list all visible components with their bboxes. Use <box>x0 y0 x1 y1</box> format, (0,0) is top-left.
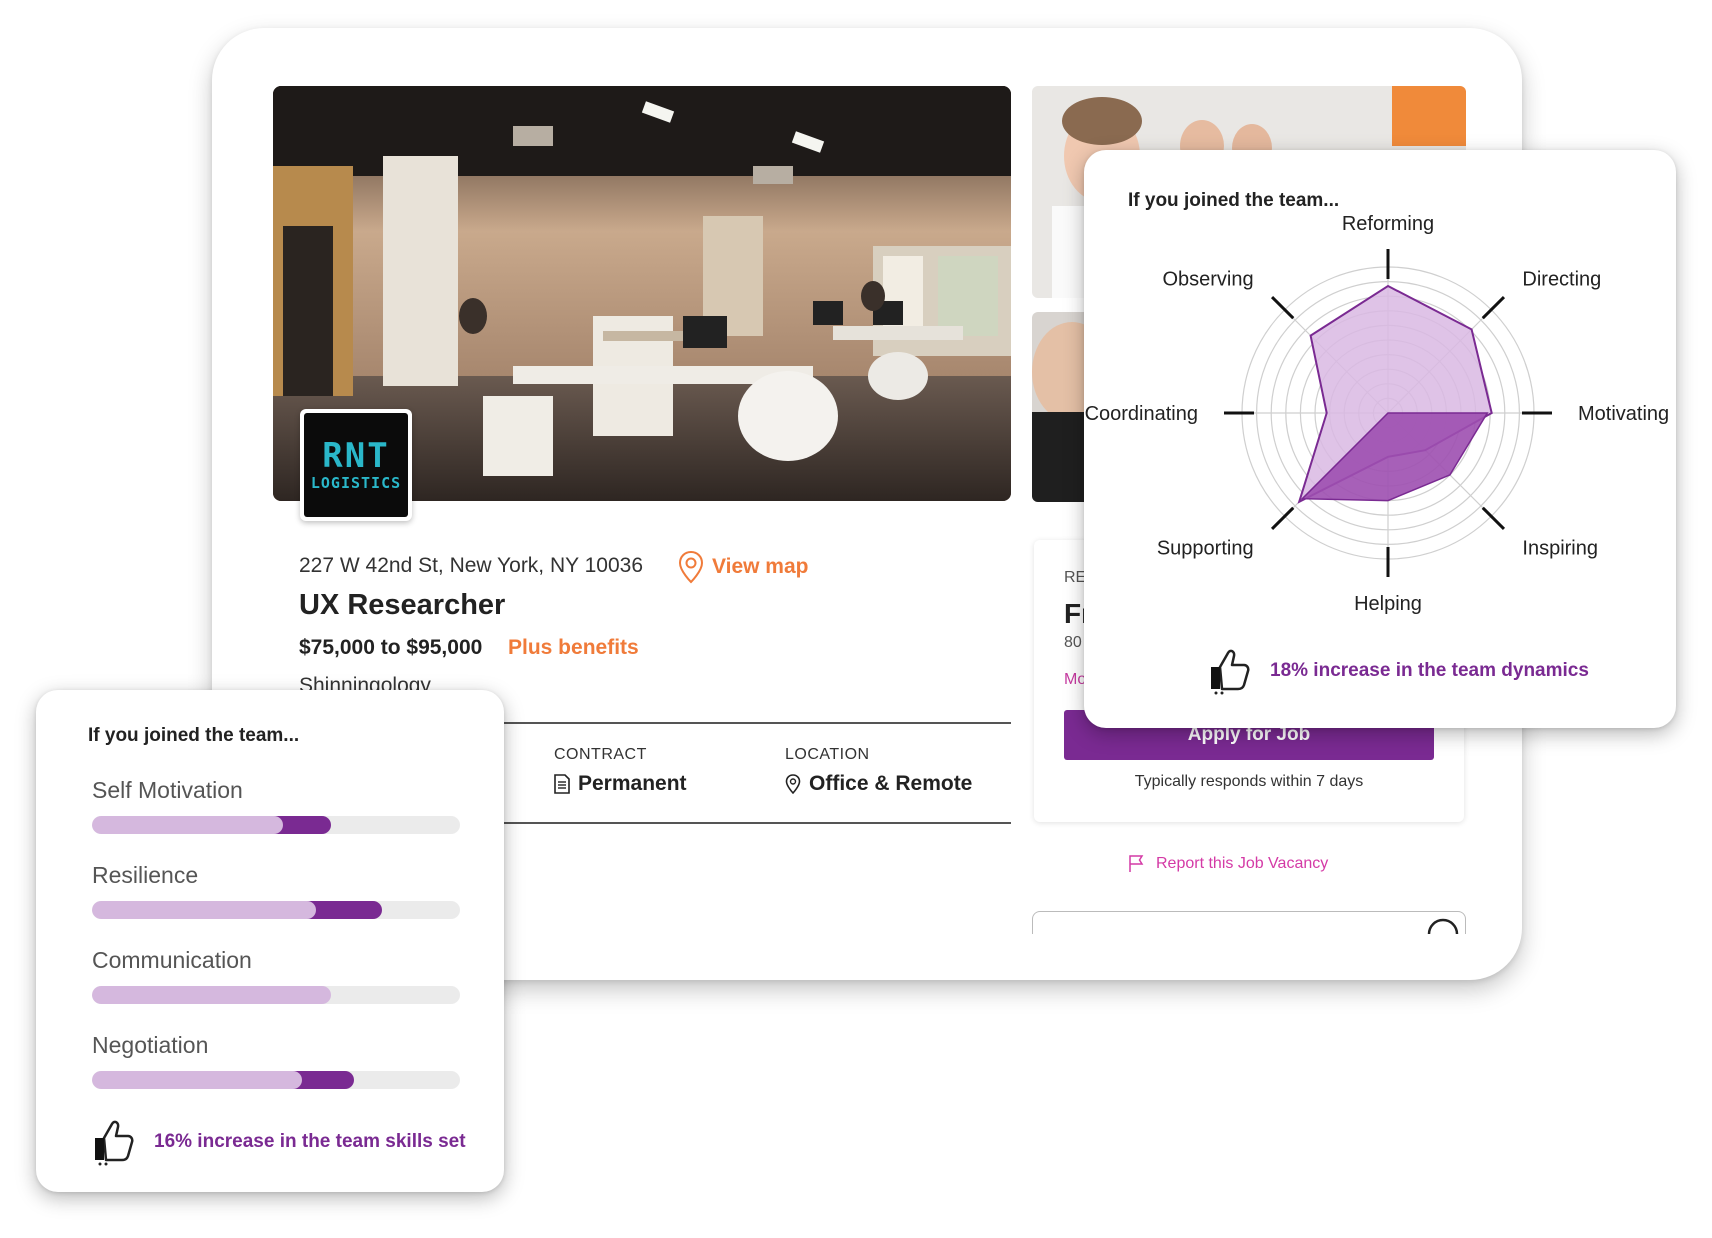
logo-text-rnt: RNT <box>322 436 390 476</box>
salary-range: $75,000 to $95,000 <box>299 636 483 659</box>
thumbs-up-icon <box>1211 649 1250 695</box>
refresh-icon <box>1427 918 1459 935</box>
partial-card-bottom <box>1032 911 1466 935</box>
location-label: LOCATION <box>785 746 870 763</box>
view-map-link[interactable]: View map <box>678 550 809 584</box>
skill-bar-increase <box>306 901 382 919</box>
logo-text-logistics: LOGISTICS <box>310 474 402 492</box>
radar-label-reforming: Reforming <box>1342 213 1434 235</box>
skill-bar-track <box>92 816 460 834</box>
thumbs-up-icon <box>95 1120 134 1166</box>
radar-label-coordinating: Coordinating <box>1085 403 1198 425</box>
team-skills-footer: 16% increase in the team skills set <box>92 1118 466 1166</box>
radar-label-motivating: Motivating <box>1578 403 1669 425</box>
radar-label-inspiring: Inspiring <box>1522 537 1598 559</box>
benefits-link[interactable]: Plus benefits <box>508 636 639 660</box>
contract-label: CONTRACT <box>554 746 647 763</box>
skill-name: Self Motivation <box>92 777 243 803</box>
apply-panel-number: 80 <box>1064 634 1082 651</box>
apply-panel-label: RE <box>1064 569 1087 586</box>
location-pin-icon <box>785 774 801 794</box>
contract-value-text: Permanent <box>578 772 687 795</box>
team-skills-popup <box>36 690 504 1192</box>
location-value: Office & Remote <box>785 772 972 796</box>
skill-bar-current <box>92 816 283 834</box>
skill-bar-track <box>92 1071 460 1089</box>
radar-axis-tick <box>1481 506 1506 531</box>
skill-bar-current <box>92 986 331 1004</box>
view-map-label: View map <box>712 555 809 578</box>
flag-icon <box>1129 855 1144 872</box>
report-vacancy-label: Report this Job Vacancy <box>1156 855 1329 872</box>
radar-label-observing: Observing <box>1162 269 1253 291</box>
radar-axis-tick <box>1270 295 1295 320</box>
skill-bar-track <box>92 901 460 919</box>
radar-label-helping: Helping <box>1354 593 1422 615</box>
company-logo: RNT LOGISTICS <box>300 409 412 521</box>
skill-bar-current <box>92 1071 302 1089</box>
team-dynamics-radar-chart: Reforming Directing Motivating Inspiring Hel… <box>1085 213 1670 615</box>
radar-axis-tick <box>1481 295 1506 320</box>
team-skills-increase: 16% increase in the team skills set <box>154 1131 466 1152</box>
radar-label-supporting: Supporting <box>1157 537 1254 559</box>
team-dynamics-increase: 18% increase in the team dynamics <box>1270 660 1589 681</box>
skill-name: Resilience <box>92 862 199 888</box>
skill-bar-track <box>92 986 460 1004</box>
radar-axis-tick <box>1270 506 1295 531</box>
response-time: Typically responds within 7 days <box>1134 773 1364 790</box>
location-value-text: Office & Remote <box>809 772 973 795</box>
job-address: 227 W 42nd St, New York, NY 10036 <box>299 554 643 577</box>
team-dynamics-footer: 18% increase in the team dynamics <box>1208 647 1589 695</box>
radar-label-directing: Directing <box>1522 269 1601 291</box>
skill-name: Negotiation <box>92 1032 209 1058</box>
skill-name: Communication <box>92 947 252 973</box>
team-skills-heading: If you joined the team... <box>88 725 300 746</box>
map-pin-icon <box>678 550 704 584</box>
report-vacancy-link[interactable]: Report this Job Vacancy <box>1128 855 1328 873</box>
apply-panel-link[interactable]: Mo <box>1064 671 1086 689</box>
skill-bar-current <box>92 901 316 919</box>
document-icon <box>554 774 570 794</box>
contract-value: Permanent <box>554 772 687 796</box>
job-title: UX Researcher <box>299 589 506 621</box>
